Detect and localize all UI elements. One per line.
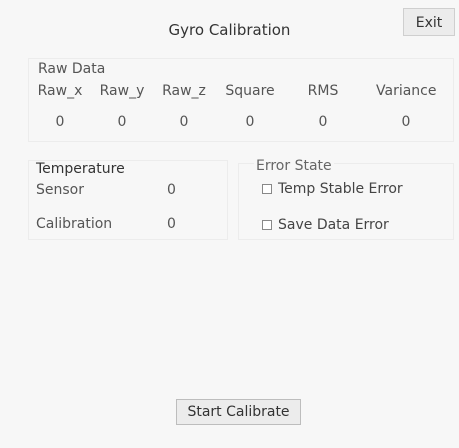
error-state-title: Error State — [254, 158, 334, 174]
square-value: 0 — [245, 114, 255, 130]
variance-value: 0 — [401, 114, 411, 130]
start-calibrate-button[interactable]: Start Calibrate — [176, 399, 301, 425]
calibration-label: Calibration — [36, 216, 113, 232]
rms-value: 0 — [318, 114, 328, 130]
raw-data-title: Raw Data — [38, 61, 106, 77]
temp-stable-error-checkbox[interactable]: Temp Stable Error — [262, 181, 403, 197]
temp-stable-error-label: Temp Stable Error — [278, 181, 403, 197]
temperature-title: Temperature — [36, 161, 125, 177]
checkbox-box-icon[interactable] — [262, 184, 272, 194]
raw-z-value: 0 — [179, 114, 189, 130]
save-data-error-checkbox[interactable]: Save Data Error — [262, 217, 389, 233]
raw-x-header: Raw_x — [37, 83, 83, 99]
square-header: Square — [225, 83, 275, 99]
save-data-error-label: Save Data Error — [278, 217, 389, 233]
gyro-calibration-window: Gyro Calibration Exit Raw Data Raw_x Raw… — [0, 0, 459, 448]
window-title: Gyro Calibration — [168, 21, 291, 39]
rms-header: RMS — [307, 83, 339, 99]
sensor-value: 0 — [167, 182, 176, 198]
checkbox-box-icon[interactable] — [262, 220, 272, 230]
raw-y-value: 0 — [117, 114, 127, 130]
variance-header: Variance — [376, 83, 437, 99]
raw-x-value: 0 — [55, 114, 65, 130]
raw-y-header: Raw_y — [99, 83, 145, 99]
raw-z-header: Raw_z — [162, 83, 206, 99]
calibration-value: 0 — [167, 216, 176, 232]
exit-button[interactable]: Exit — [403, 8, 455, 36]
sensor-label: Sensor — [36, 182, 84, 198]
